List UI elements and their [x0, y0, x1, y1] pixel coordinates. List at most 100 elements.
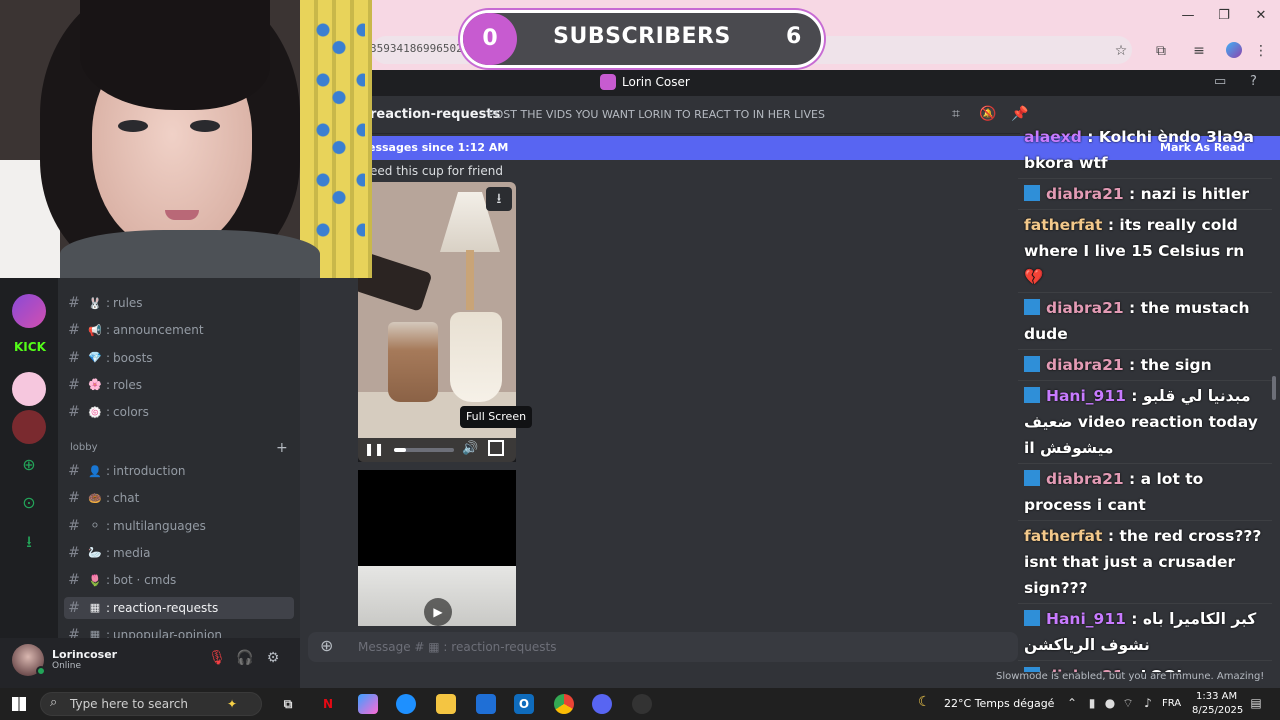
menu-icon[interactable]: ⋮	[1252, 42, 1270, 60]
edge-icon[interactable]	[396, 694, 416, 714]
chat-username[interactable]: diabra21	[1046, 470, 1124, 488]
channel-emoji: 👤	[88, 464, 102, 478]
threads-icon[interactable]: ⌗	[946, 106, 966, 122]
copilot-icon[interactable]	[358, 694, 378, 714]
download-apps-icon[interactable]: ⭳	[18, 531, 40, 558]
chat-username[interactable]: diabra21	[1046, 299, 1124, 317]
sidebar-item-reaction-requests[interactable]: # ▦: reaction-requests	[64, 596, 294, 619]
restore-icon[interactable]: ❐	[1214, 8, 1234, 23]
channel-emoji: 🐰	[88, 296, 102, 310]
server-icon-pink[interactable]	[12, 372, 46, 406]
sidebar-item-roles[interactable]: # 🌸: roles	[64, 374, 294, 396]
profile-icon[interactable]	[1226, 42, 1242, 58]
sidebar-item-colors[interactable]: # 🍥: colors	[64, 401, 294, 423]
hash-icon: #	[68, 322, 80, 339]
channel-name: reaction-requests	[370, 107, 501, 122]
outlook-icon[interactable]: O	[514, 694, 534, 714]
clock-time[interactable]: 1:33 AM	[1196, 691, 1237, 702]
channel-emoji: 🌷	[88, 573, 102, 587]
sidebar-item-chat[interactable]: # 🍩: chat	[64, 487, 294, 509]
chat-username[interactable]: fatherfat	[1024, 527, 1102, 545]
add-attachment-icon[interactable]: ⊕	[320, 636, 333, 655]
sparkle-icon[interactable]: ✦	[222, 694, 242, 714]
star-icon[interactable]: ☆	[1112, 42, 1130, 60]
chat-username[interactable]: Hani_911	[1046, 387, 1126, 405]
sidebar-item-multilanguages[interactable]: # ⚪: multilanguages	[64, 515, 294, 537]
chrome-icon[interactable]	[554, 694, 574, 714]
weather-text[interactable]: 22°C Temps dégagé	[944, 697, 1054, 710]
hash-icon: #	[68, 517, 80, 534]
minimize-icon[interactable]: —	[1178, 8, 1198, 23]
subscriber-count-left: 0	[463, 13, 517, 65]
chat-username[interactable]: diabra21	[1046, 185, 1124, 203]
mute-icon[interactable]: 🎙	[206, 650, 228, 666]
subscriber-count-right: 6	[786, 24, 802, 49]
notifications-icon[interactable]: ▤	[1248, 696, 1264, 710]
sidebar-item-introduction[interactable]: # 👤: introduction	[64, 460, 294, 482]
kick-server-icon[interactable]: KICK	[14, 340, 46, 354]
channel-topic[interactable]: POST THE VIDS YOU WANT LORIN TO REACT TO…	[488, 108, 825, 121]
volume-icon[interactable]: 🔊	[462, 441, 478, 456]
file-explorer-icon[interactable]	[436, 694, 456, 714]
language-indicator[interactable]: FRA	[1162, 698, 1181, 709]
clock-date[interactable]: 8/25/2025	[1192, 705, 1243, 716]
netflix-icon[interactable]: N	[318, 694, 338, 714]
webcam-overlay	[0, 0, 372, 278]
weather-icon[interactable]: ☾	[918, 694, 931, 710]
discord-taskbar-icon[interactable]	[592, 694, 612, 714]
chat-scrollbar[interactable]	[1272, 376, 1276, 400]
network-icon[interactable]: ⌔	[1120, 696, 1136, 711]
chat-separator: :	[1123, 356, 1141, 374]
chat-separator: :	[1123, 299, 1141, 317]
chat-username[interactable]: fatherfat	[1024, 216, 1102, 234]
pause-icon[interactable]: ❚❚	[364, 442, 384, 456]
headphones-icon[interactable]: 🎧	[234, 650, 256, 666]
settings-icon[interactable]: ⚙	[262, 650, 284, 666]
url-text: 359341869965025	[370, 42, 470, 55]
download-icon[interactable]: ⭳	[486, 187, 512, 211]
channel-label: reaction-requests	[113, 600, 219, 615]
task-view-icon[interactable]: ⧉	[278, 694, 298, 714]
store-icon[interactable]	[476, 694, 496, 714]
mark-as-read-button[interactable]: Mark As Read	[1160, 141, 1245, 154]
sidebar-item-media[interactable]: # 🦢: media	[64, 542, 294, 564]
sidebar-item-announcement[interactable]: # 📢: announcement	[64, 319, 294, 341]
chat-username[interactable]: diabra21	[1046, 356, 1124, 374]
fullscreen-icon[interactable]	[488, 440, 504, 456]
explore-icon[interactable]: ⊙	[18, 493, 40, 512]
chat-username[interactable]: Hani_911	[1046, 610, 1126, 628]
chat-message: Hani_911 : مبدنيا لي قلبو ضعيف video rea…	[1018, 381, 1272, 464]
notification-icon[interactable]: 🔕	[978, 106, 998, 122]
channel-separator: :	[106, 464, 111, 478]
channel-emoji: 🍩	[88, 491, 102, 505]
pin-icon[interactable]: 📌	[1010, 106, 1030, 122]
channel-separator: :	[106, 518, 111, 533]
sidebar-item-bot-cmds[interactable]: # 🌷: bot · cmds	[64, 569, 294, 591]
sidebar-item-rules[interactable]: # 🐰: rules	[64, 292, 294, 314]
media-icon[interactable]: ≡	[1190, 42, 1208, 60]
obs-icon[interactable]	[632, 694, 652, 714]
channel-separator: :	[106, 405, 111, 420]
windows-start-icon[interactable]	[12, 697, 26, 711]
create-channel-icon[interactable]: +	[276, 440, 288, 456]
play-icon[interactable]: ▶	[424, 598, 452, 626]
close-icon[interactable]: ✕	[1251, 8, 1271, 23]
mic-tray-icon[interactable]: ●	[1102, 696, 1118, 710]
volume-tray-icon[interactable]: ♪	[1140, 696, 1156, 710]
tray-chevron-icon[interactable]: ⌃	[1064, 696, 1080, 710]
server-icon-lorin[interactable]	[12, 294, 46, 328]
help-icon[interactable]: ?	[1250, 74, 1257, 89]
channel-emoji: 📢	[88, 323, 102, 337]
usb-icon[interactable]: ▮	[1084, 696, 1100, 710]
category-lobby[interactable]: lobby	[70, 442, 98, 453]
hash-icon: #	[68, 544, 80, 561]
chat-separator: :	[1123, 185, 1141, 203]
channel-label: announcement	[113, 323, 204, 338]
server-icon-dark[interactable]	[12, 410, 46, 444]
extensions-icon[interactable]: ⧉	[1152, 42, 1170, 60]
inbox-icon[interactable]: ▭	[1214, 74, 1226, 89]
add-server-icon[interactable]: ⊕	[18, 455, 40, 474]
sidebar-item-boosts[interactable]: # 💎: boosts	[64, 347, 294, 369]
chat-separator: :	[1125, 387, 1143, 405]
chat-username[interactable]: alaexd	[1024, 128, 1082, 146]
